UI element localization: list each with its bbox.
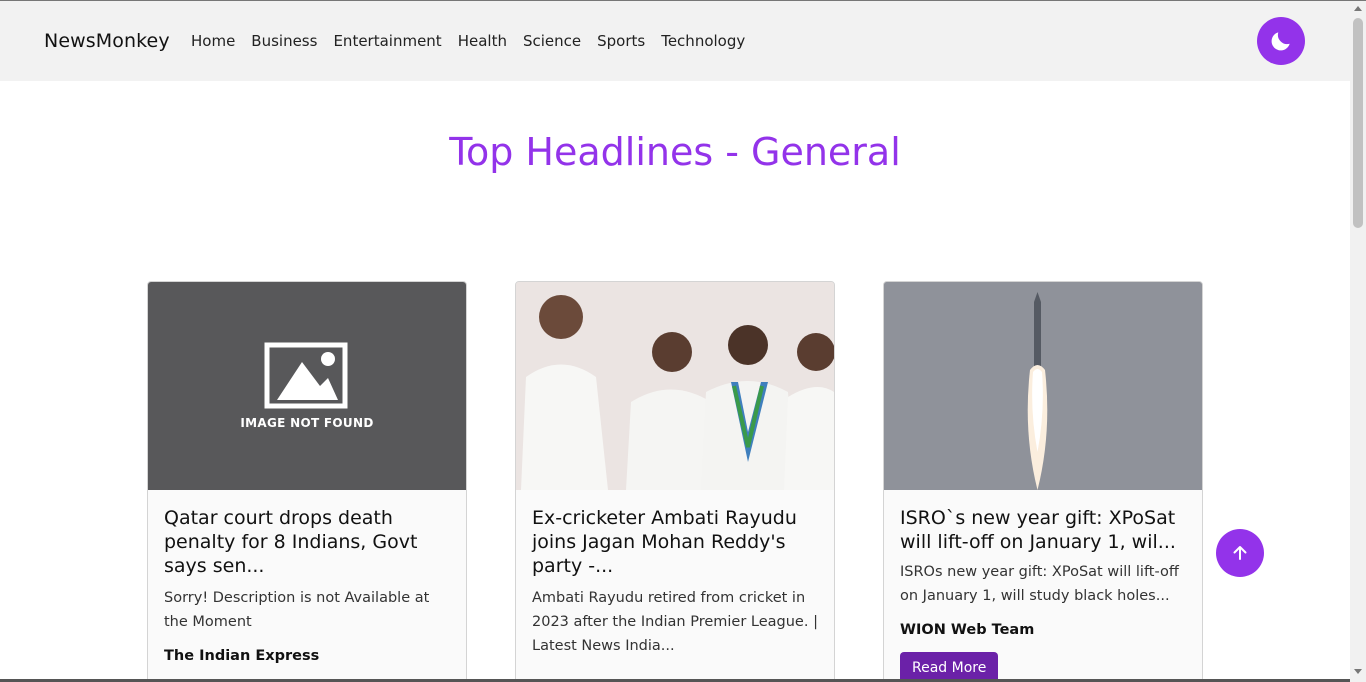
news-title: ISRO`s new year gift: XPoSat will lift-o… (900, 507, 1176, 553)
news-description: Ambati Rayudu retired from cricket in 20… (532, 590, 818, 654)
read-more-button[interactable]: Read More (900, 652, 999, 682)
scroll-down-arrow-icon[interactable] (1354, 669, 1362, 674)
brand-logo[interactable]: NewsMonkey (44, 30, 170, 52)
theme-toggle-button[interactable] (1257, 17, 1305, 65)
nav-links: Home Business Entertainment Health Scien… (191, 32, 761, 50)
news-image-placeholder: IMAGE NOT FOUND (148, 282, 466, 490)
news-image (516, 282, 834, 490)
news-image (884, 282, 1202, 490)
scroll-to-top-button[interactable] (1216, 529, 1264, 577)
nav-link-science[interactable]: Science (523, 32, 581, 50)
nav-link-entertainment[interactable]: Entertainment (333, 32, 441, 50)
news-photo-people (516, 282, 834, 490)
news-title: Ex-cricketer Ambati Rayudu joins Jagan M… (532, 507, 797, 577)
news-photo-rocket (884, 282, 1202, 490)
navbar: NewsMonkey Home Business Entertainment H… (0, 1, 1350, 81)
moon-icon (1271, 32, 1290, 51)
image-not-found-icon (264, 342, 348, 409)
news-card: IMAGE NOT FOUND Qatar court drops death … (147, 281, 467, 682)
nav-link-technology[interactable]: Technology (661, 32, 745, 50)
nav-link-home[interactable]: Home (191, 32, 235, 50)
vertical-scrollbar[interactable] (1350, 1, 1366, 682)
nav-link-health[interactable]: Health (458, 32, 507, 50)
news-source: WION Web Team (900, 622, 1035, 638)
news-description: ISROs new year gift: XPoSat will lift-of… (900, 564, 1179, 604)
scrollbar-thumb[interactable] (1353, 18, 1363, 228)
news-card: ISRO`s new year gift: XPoSat will lift-o… (883, 281, 1203, 682)
news-title: Qatar court drops death penalty for 8 In… (164, 507, 418, 577)
image-not-found-text: IMAGE NOT FOUND (240, 416, 374, 430)
nav-link-business[interactable]: Business (251, 32, 317, 50)
page-title: Top Headlines - General (449, 130, 901, 174)
scroll-up-arrow-icon[interactable] (1354, 6, 1362, 11)
nav-link-sports[interactable]: Sports (597, 32, 645, 50)
news-description: Sorry! Description is not Available at t… (164, 590, 430, 630)
arrow-up-icon (1233, 546, 1247, 560)
news-source: The Indian Express (164, 648, 320, 664)
news-card: Ex-cricketer Ambati Rayudu joins Jagan M… (515, 281, 835, 682)
